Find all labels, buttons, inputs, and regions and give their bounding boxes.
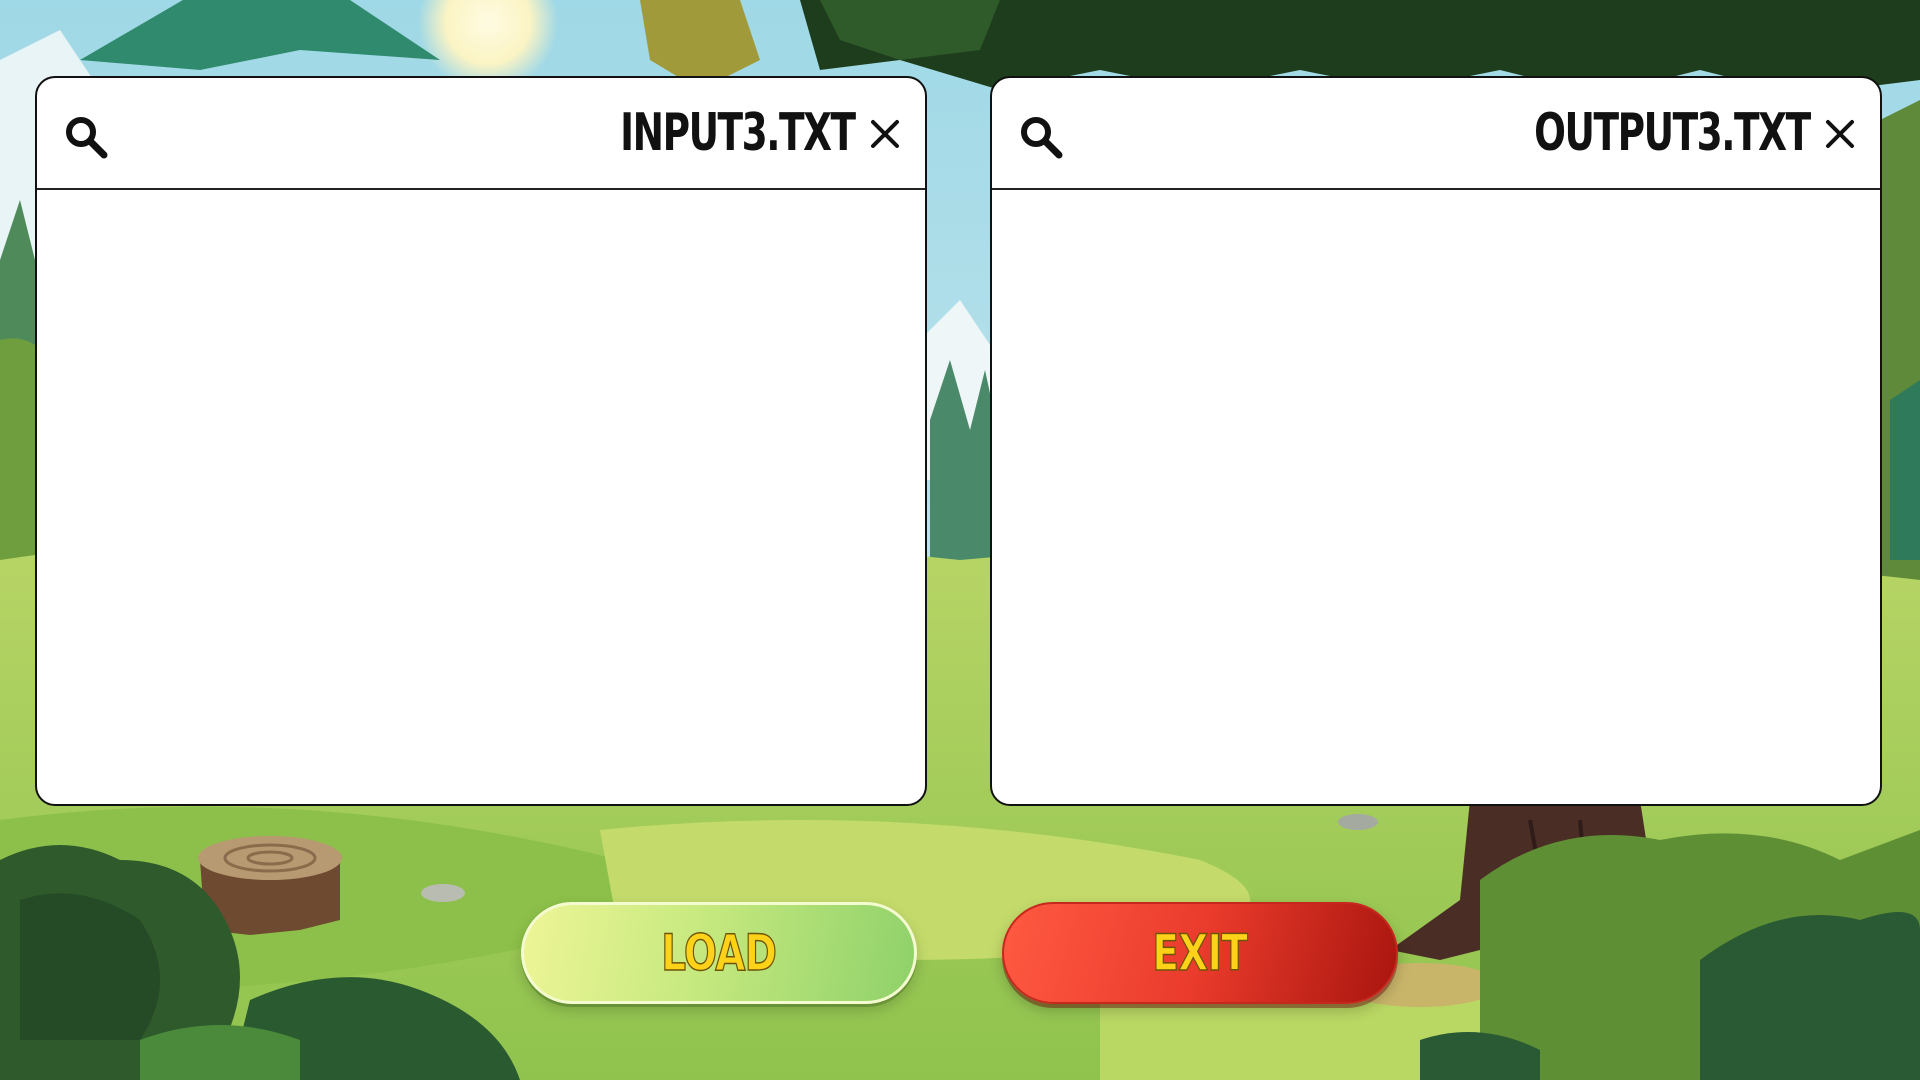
close-icon[interactable] bbox=[1822, 116, 1858, 152]
output-panel-header: OUTPUT3.TXT bbox=[992, 78, 1880, 190]
exit-button[interactable]: EXIT bbox=[1002, 902, 1398, 1004]
input-file-panel: INPUT3.TXT bbox=[35, 76, 927, 806]
input-filename: INPUT3.TXT bbox=[620, 103, 857, 163]
load-button-label: LOAD bbox=[661, 923, 778, 983]
output-file-panel: OUTPUT3.TXT bbox=[990, 76, 1882, 806]
exit-button-label: EXIT bbox=[1152, 923, 1249, 983]
close-icon[interactable] bbox=[867, 116, 903, 152]
input-content-area[interactable] bbox=[37, 190, 925, 804]
input-panel-header: INPUT3.TXT bbox=[37, 78, 925, 190]
output-content-area[interactable] bbox=[992, 190, 1880, 804]
search-icon[interactable] bbox=[61, 112, 111, 162]
search-icon[interactable] bbox=[1016, 112, 1066, 162]
load-button[interactable]: LOAD bbox=[521, 902, 917, 1004]
output-filename: OUTPUT3.TXT bbox=[1534, 103, 1811, 163]
